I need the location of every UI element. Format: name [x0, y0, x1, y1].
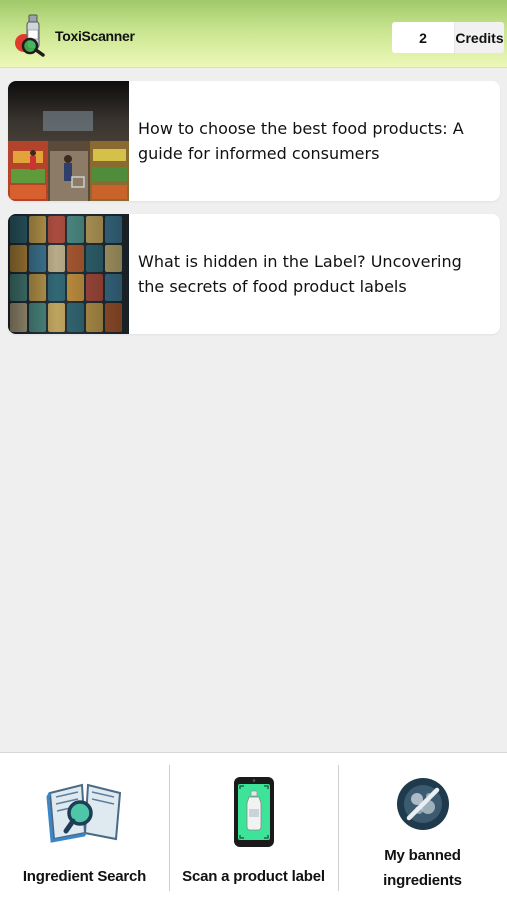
app-title: ToxiScanner: [55, 28, 135, 44]
nav-scan-label[interactable]: Scan a product label: [169, 753, 338, 901]
book-magnifier-icon: [45, 783, 121, 843]
nav-label: My banned ingredients: [383, 847, 462, 889]
credits-label: Credits: [454, 22, 504, 53]
bottom-nav: Ingredient Search Scan a product label M…: [0, 752, 507, 901]
app-header: ToxiScanner 2 Credits: [0, 0, 507, 68]
app-logo-icon[interactable]: [10, 12, 56, 58]
product-labels-thumbnail: [8, 214, 129, 334]
article-card[interactable]: What is hidden in the Label? Uncovering …: [8, 214, 500, 334]
credits-count: 2: [419, 29, 427, 46]
article-title[interactable]: How to choose the best food products: A …: [138, 81, 484, 201]
nav-ingredient-search[interactable]: Ingredient Search: [0, 753, 169, 901]
banned-icon: [396, 778, 449, 830]
nav-label: Scan a product label: [182, 868, 325, 885]
article-card[interactable]: How to choose the best food products: A …: [8, 81, 500, 201]
article-title[interactable]: What is hidden in the Label? Uncovering …: [138, 214, 484, 334]
nav-banned-ingredients[interactable]: My banned ingredients: [338, 753, 507, 901]
supermarket-thumbnail: [8, 81, 129, 201]
nav-label: Ingredient Search: [22, 868, 147, 885]
phone-scan-icon: [233, 777, 274, 847]
credits-widget[interactable]: 2 Credits: [392, 22, 504, 53]
